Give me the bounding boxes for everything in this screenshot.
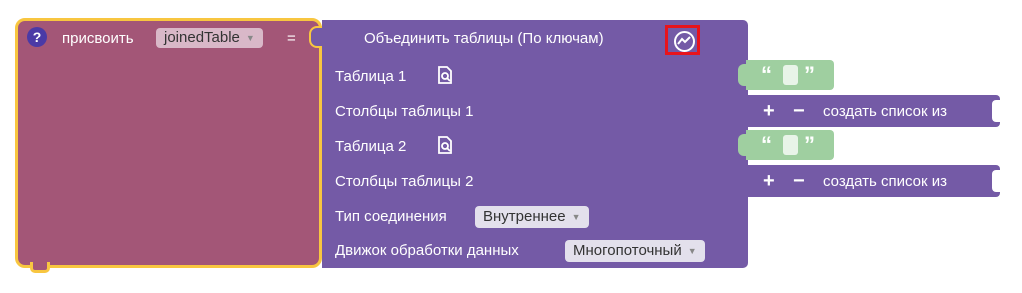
- close-quote: ”: [804, 62, 815, 87]
- text-input[interactable]: [783, 65, 798, 85]
- trend-line-icon: [677, 36, 691, 45]
- variable-dropdown[interactable]: joinedTable ▼: [156, 28, 263, 48]
- plus-icon[interactable]: +: [763, 101, 775, 121]
- list-input-socket: [992, 100, 1000, 122]
- equals-sign: =: [287, 30, 296, 47]
- create-list-block-1[interactable]: + − создать список из: [748, 95, 1000, 127]
- create-list-label: создать список из: [823, 173, 948, 190]
- table1-label: Таблица 1: [335, 68, 407, 85]
- table-search-icon[interactable]: [436, 66, 454, 84]
- help-icon[interactable]: ?: [27, 27, 47, 47]
- open-quote: “: [761, 62, 772, 87]
- list-input-socket: [992, 170, 1000, 192]
- join-type-label: Тип соединения: [335, 208, 447, 225]
- close-quote: ”: [804, 132, 815, 157]
- create-list-label: создать список из: [823, 103, 948, 120]
- text-block-2[interactable]: “ ”: [746, 130, 834, 160]
- open-quote: “: [761, 132, 772, 157]
- engine-value: Многопоточный: [573, 242, 682, 259]
- table2-label: Таблица 2: [335, 138, 407, 155]
- chevron-down-icon: ▼: [245, 33, 255, 44]
- table1-columns-label: Столбцы таблицы 1: [335, 103, 474, 120]
- join-type-value: Внутреннее: [483, 208, 566, 225]
- assign-label: присвоить: [62, 30, 134, 47]
- chevron-down-icon: ▼: [687, 246, 697, 257]
- assign-block[interactable]: [15, 18, 322, 268]
- text-input[interactable]: [783, 135, 798, 155]
- join-block-title: Объединить таблицы (По ключам): [364, 30, 604, 47]
- minus-icon[interactable]: −: [793, 171, 805, 191]
- table2-columns-label: Столбцы таблицы 2: [335, 173, 474, 190]
- chevron-down-icon: ▼: [571, 212, 581, 223]
- engine-label: Движок обработки данных: [335, 242, 519, 259]
- minus-icon[interactable]: −: [793, 101, 805, 121]
- text-block-1[interactable]: “ ”: [746, 60, 834, 90]
- assign-block-notch: [30, 262, 50, 273]
- plus-icon[interactable]: +: [763, 171, 775, 191]
- table-search-icon[interactable]: [436, 136, 454, 154]
- create-list-block-2[interactable]: + − создать список из: [748, 165, 1000, 197]
- variable-name: joinedTable: [164, 29, 240, 46]
- join-type-dropdown[interactable]: Внутреннее ▼: [475, 206, 589, 228]
- mutator-icon[interactable]: [665, 25, 700, 55]
- engine-dropdown[interactable]: Многопоточный ▼: [565, 240, 705, 262]
